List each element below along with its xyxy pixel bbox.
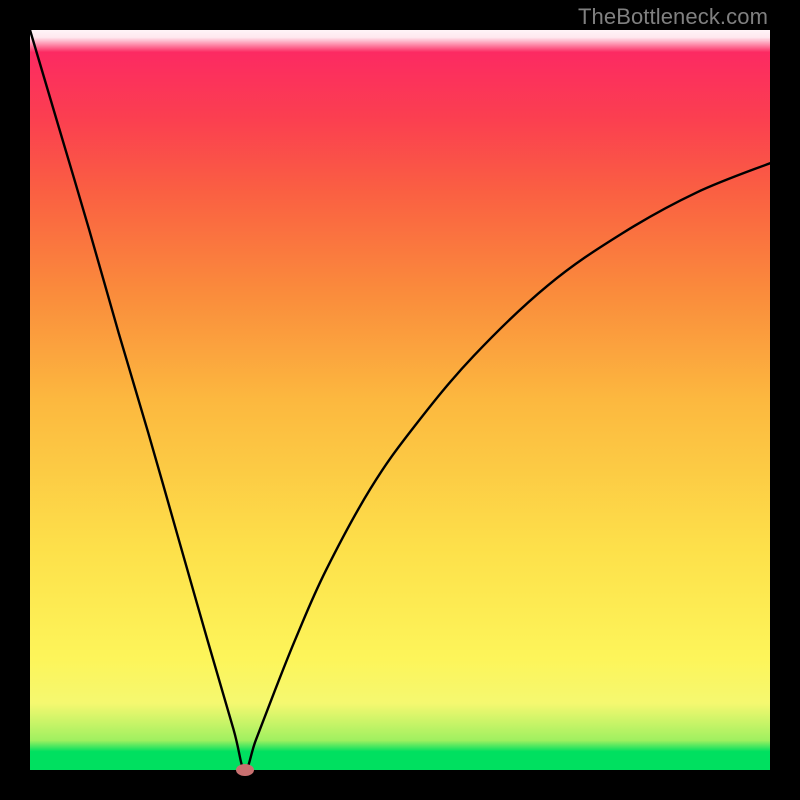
curve-svg [30, 30, 770, 770]
minimum-marker [236, 764, 254, 776]
chart-frame: TheBottleneck.com [0, 0, 800, 800]
watermark-text: TheBottleneck.com [578, 4, 768, 30]
bottleneck-curve [30, 30, 770, 770]
plot-area [30, 30, 770, 770]
